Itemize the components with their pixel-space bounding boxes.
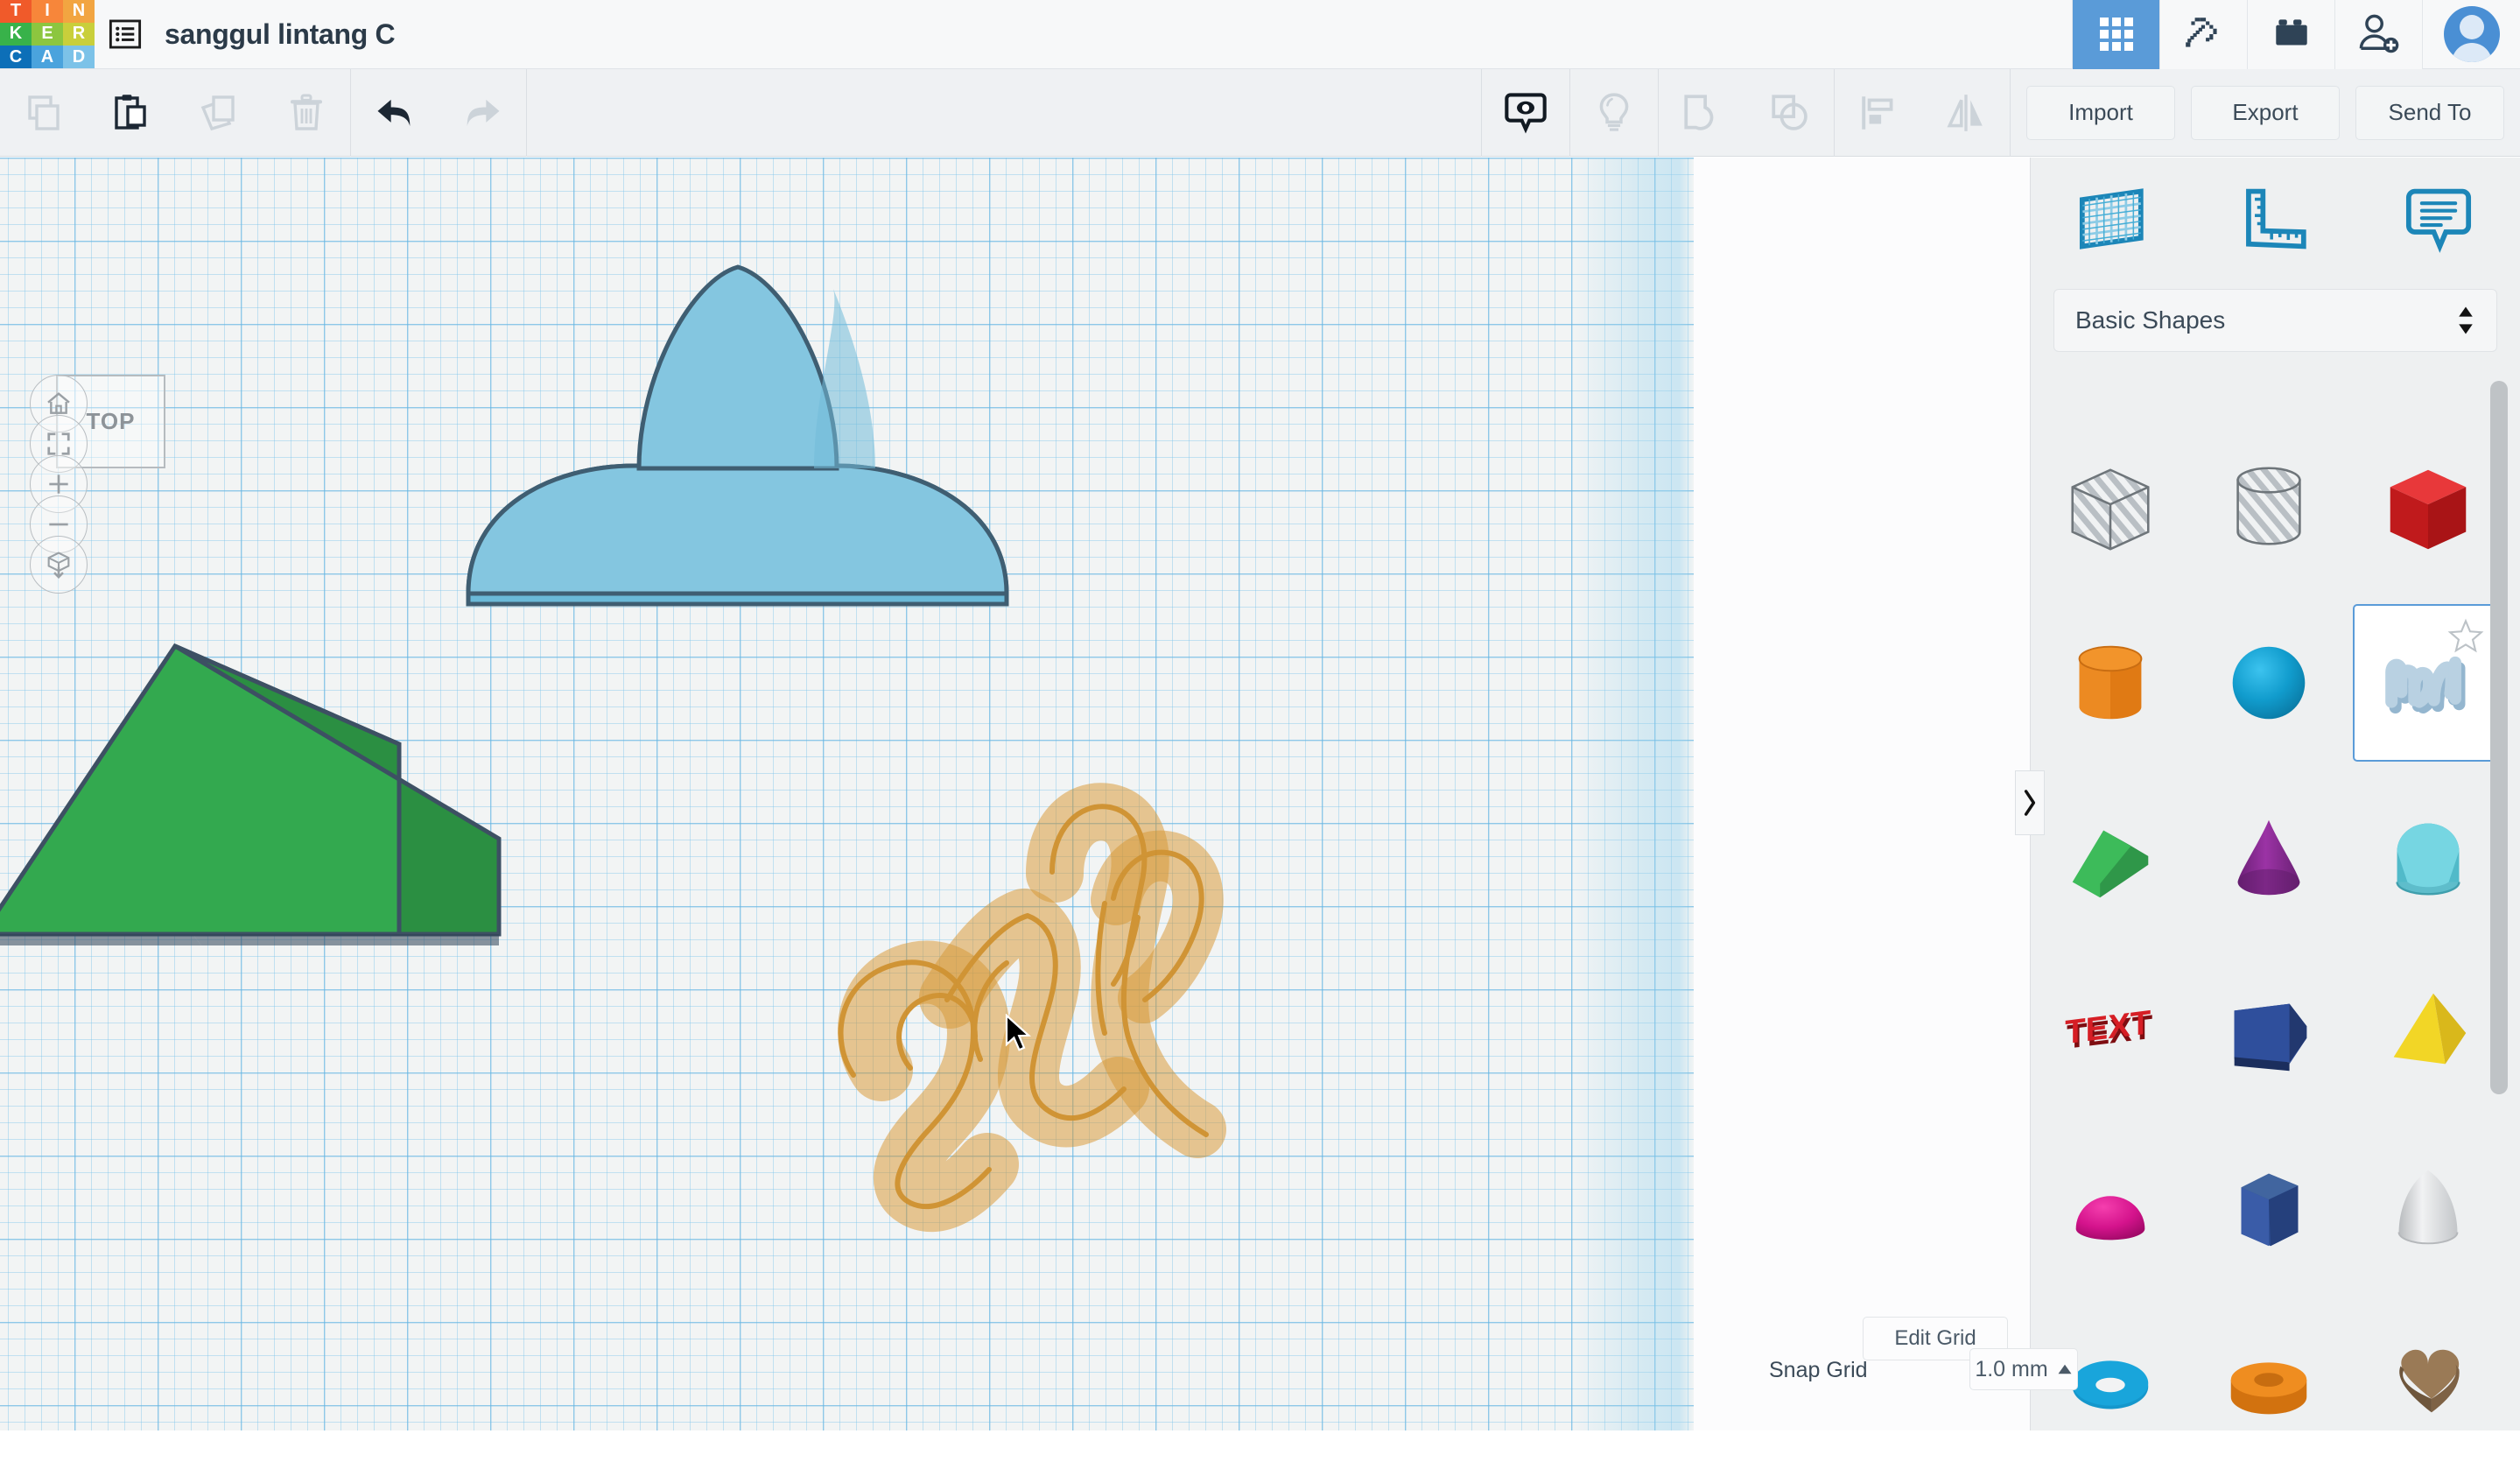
send-to-button[interactable]: Send To <box>2355 85 2504 140</box>
top-bar: T I N K E R C A D sanggul lintang C <box>0 0 2520 69</box>
logo-letter-d: D <box>63 46 95 69</box>
shape-sphere[interactable] <box>2194 604 2344 762</box>
invite-person-icon[interactable] <box>2334 0 2422 69</box>
shape-roof[interactable] <box>2035 779 2186 937</box>
shape-category-label: Basic Shapes <box>2075 306 2226 334</box>
note-comment-icon[interactable] <box>2357 185 2520 253</box>
workplane-grid[interactable] <box>0 158 1694 1430</box>
tinkercad-logo[interactable]: T I N K E R C A D <box>0 0 95 69</box>
redo-arrow-icon[interactable] <box>439 69 526 157</box>
toolbar-divider-7 <box>2010 68 2011 157</box>
undo-arrow-icon[interactable] <box>351 69 439 157</box>
delete-trash-icon[interactable] <box>263 69 350 157</box>
avatar[interactable] <box>2422 0 2520 69</box>
chevron-right-icon[interactable] <box>2015 770 2045 835</box>
shape-category-select[interactable]: Basic Shapes <box>2053 289 2497 352</box>
page-title[interactable]: sanggul lintang C <box>165 18 396 51</box>
shape-cylinder-hole[interactable] <box>2194 429 2344 587</box>
align-icon[interactable] <box>1835 69 1922 157</box>
paste-icon[interactable] <box>88 69 175 157</box>
workplane-grid-icon[interactable] <box>2031 185 2194 253</box>
lego-brick-icon[interactable] <box>2247 0 2334 69</box>
pickaxe-icon[interactable] <box>2159 0 2247 69</box>
shape-pyramid[interactable] <box>2353 954 2503 1112</box>
export-button[interactable]: Export <box>2191 85 2340 140</box>
shape-text[interactable]: TEXT TEXT <box>2035 954 2186 1112</box>
logo-letter-t: T <box>0 0 32 23</box>
shape-box[interactable] <box>2353 429 2503 587</box>
ungroup-icon[interactable] <box>1746 69 1834 157</box>
logo-letter-c: C <box>0 46 32 69</box>
logo-letter-a: A <box>32 46 63 69</box>
shape-half-sphere[interactable] <box>2035 1129 2186 1287</box>
logo-letter-r: R <box>63 22 95 46</box>
logo-letter-n: N <box>63 0 95 23</box>
chevron-updown-icon <box>2459 306 2473 334</box>
view-cube-label: TOP <box>86 408 136 434</box>
main-toolbar: Import Export Send To <box>0 68 2520 157</box>
copy-icon[interactable] <box>0 69 88 157</box>
shape-tube[interactable] <box>2194 1304 2344 1462</box>
snap-grid-label: Snap Grid <box>1769 1358 1868 1382</box>
panel-header-icons <box>2031 158 2520 280</box>
logo-letter-k: K <box>0 22 32 46</box>
blocks-grid-icon[interactable] <box>2072 0 2159 69</box>
shape-heart[interactable] <box>2353 1304 2503 1462</box>
favorite-star-icon[interactable] <box>2446 616 2486 657</box>
user-avatar-image <box>2443 6 2500 62</box>
snap-grid-select[interactable]: 1.0 mm <box>1969 1348 2078 1390</box>
list-menu-icon[interactable] <box>95 0 156 69</box>
snap-grid-value: 1.0 mm <box>1975 1356 2048 1381</box>
shape-hexagonal-prism[interactable] <box>2194 1129 2344 1287</box>
shape-house-block[interactable] <box>2194 954 2344 1112</box>
ruler-icon[interactable] <box>2194 185 2356 253</box>
shapes-grid: TEXT TEXT <box>2031 420 2508 1436</box>
mirror-icon[interactable] <box>1922 69 2010 157</box>
shape-box-hole[interactable] <box>2035 429 2186 587</box>
shape-cylinder[interactable] <box>2035 604 2186 762</box>
workplane-edge-fade <box>1571 158 1694 1430</box>
caret-up-icon <box>2058 1364 2072 1374</box>
duplicate-icon[interactable] <box>175 69 263 157</box>
shape-paraboloid[interactable] <box>2353 1129 2503 1287</box>
logo-letter-i: I <box>32 0 63 23</box>
import-button[interactable]: Import <box>2026 85 2175 140</box>
show-hide-eye-icon[interactable] <box>1482 69 1569 157</box>
group-icon[interactable] <box>1659 69 1746 157</box>
design-canvas[interactable]: TOP <box>0 158 2030 1430</box>
lightbulb-hint-icon[interactable] <box>1570 69 1658 157</box>
topbar-right-group <box>2072 0 2520 69</box>
shape-half-cylinder[interactable] <box>2353 779 2503 937</box>
shapes-panel: Basic Shapes TEXT TEXT <box>2030 158 2520 1430</box>
logo-letter-e: E <box>32 22 63 46</box>
shape-cone[interactable] <box>2194 779 2344 937</box>
shapes-scrollbar[interactable] <box>2490 381 2508 1094</box>
toolbar-divider-2 <box>526 68 527 157</box>
shape-scribble[interactable] <box>2353 604 2504 762</box>
perspective-toggle-icon[interactable] <box>30 536 88 594</box>
